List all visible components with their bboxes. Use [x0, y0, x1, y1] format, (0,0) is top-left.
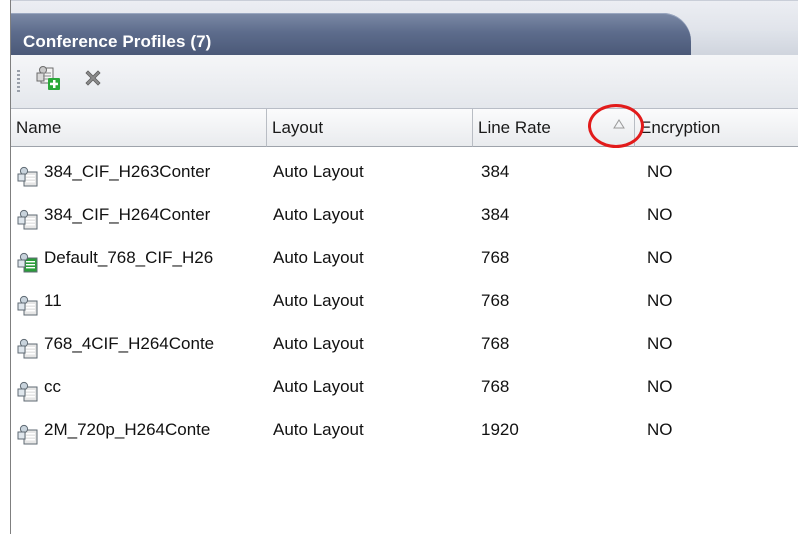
table-row[interactable]: cc Auto Layout 768 NO: [11, 365, 798, 408]
column-header-layout-label: Layout: [272, 118, 324, 137]
cell-encryption: NO: [647, 334, 673, 353]
cell-line-rate: 384: [481, 205, 510, 224]
cell-name: 2M_720p_H264Conte: [17, 408, 272, 451]
cell-encryption: NO: [647, 162, 673, 181]
cell-line-rate: 768: [481, 248, 510, 267]
cell-name: Default_768_CIF_H26: [17, 236, 272, 279]
cell-name: cc: [17, 365, 272, 408]
cell-line-rate: 768: [481, 377, 510, 396]
profile-name: 768_4CIF_H264Conte: [44, 334, 215, 353]
profile-name: cc: [44, 377, 61, 396]
tab-strip-gap: [691, 31, 798, 56]
column-header-name[interactable]: Name: [11, 109, 267, 147]
default-profile-icon: [17, 247, 39, 273]
profile-name: 384_CIF_H264Conter: [44, 205, 211, 224]
profile-name: 2M_720p_H264Conte: [44, 420, 211, 439]
profile-icon: [17, 419, 39, 445]
profile-name: Default_768_CIF_H26: [44, 248, 214, 267]
table-row[interactable]: 768_4CIF_H264Conte Auto Layout 768 NO: [11, 322, 798, 365]
cell-layout: Auto Layout: [273, 334, 364, 353]
profile-icon: [17, 204, 39, 230]
cell-layout: Auto Layout: [273, 248, 364, 267]
profile-name: 384_CIF_H263Conter: [44, 162, 211, 181]
table-row[interactable]: 11 Auto Layout 768 NO: [11, 279, 798, 322]
panel-header: Conference Profiles (7): [11, 0, 798, 56]
sort-ascending-icon[interactable]: [611, 117, 627, 131]
cell-line-rate: 768: [481, 291, 510, 310]
table-row[interactable]: 2M_720p_H264Conte Auto Layout 1920 NO: [11, 408, 798, 451]
column-header-encryption[interactable]: Encryption: [635, 109, 798, 147]
column-header-line-rate-label: Line Rate: [478, 118, 551, 137]
cell-name: 768_4CIF_H264Conte: [17, 322, 272, 365]
cell-layout: Auto Layout: [273, 205, 364, 224]
cell-name: 384_CIF_H263Conter: [17, 150, 272, 193]
column-header-encryption-label: Encryption: [640, 118, 721, 137]
cell-encryption: NO: [647, 377, 673, 396]
cell-encryption: NO: [647, 420, 673, 439]
table-row[interactable]: Default_768_CIF_H26 Auto Layout 768 NO: [11, 236, 798, 279]
cell-name: 11: [17, 279, 272, 322]
profile-name: 11: [44, 291, 62, 310]
column-header-name-label: Name: [16, 118, 62, 137]
column-header-layout[interactable]: Layout: [267, 109, 473, 147]
cell-layout: Auto Layout: [273, 162, 364, 181]
profile-icon: [17, 290, 39, 316]
cell-encryption: NO: [647, 248, 673, 267]
profile-icon: [17, 376, 39, 402]
toolbar: [11, 55, 798, 109]
table-row[interactable]: 384_CIF_H263Conter Auto Layout 384 NO: [11, 150, 798, 193]
cell-layout: Auto Layout: [273, 291, 364, 310]
cell-line-rate: 384: [481, 162, 510, 181]
cell-layout: Auto Layout: [273, 377, 364, 396]
new-profile-button[interactable]: [33, 65, 63, 95]
panel-title: Conference Profiles (7): [23, 32, 212, 51]
cell-name: 384_CIF_H264Conter: [17, 193, 272, 236]
panel-tab[interactable]: Conference Profiles (7): [11, 13, 691, 56]
profile-icon: [17, 333, 39, 359]
cell-layout: Auto Layout: [273, 420, 364, 439]
table-row[interactable]: 384_CIF_H264Conter Auto Layout 384 NO: [11, 193, 798, 236]
cell-line-rate: 768: [481, 334, 510, 353]
conference-profiles-panel: Conference Profiles (7) Name Layout Line…: [10, 0, 798, 534]
cell-line-rate: 1920: [481, 420, 519, 439]
delete-icon: [82, 67, 104, 93]
profile-icon: [17, 161, 39, 187]
delete-profile-button[interactable]: [78, 65, 108, 95]
cell-encryption: NO: [647, 291, 673, 310]
new-profile-icon: [35, 65, 61, 95]
cell-encryption: NO: [647, 205, 673, 224]
toolbar-grip[interactable]: [17, 70, 20, 94]
